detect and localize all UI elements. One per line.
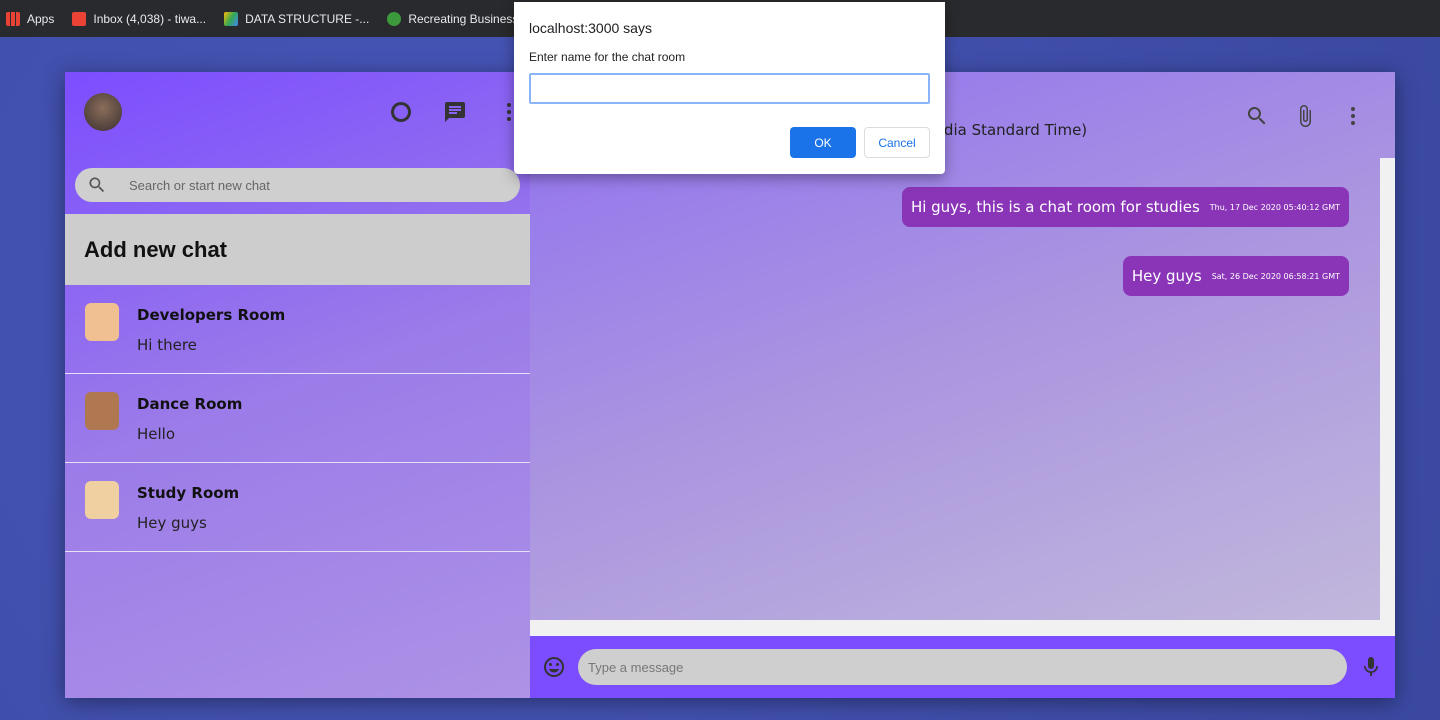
cancel-button[interactable]: Cancel [864,127,930,158]
search-icon [89,177,105,193]
prompt-dialog: localhost:3000 says Enter name for the c… [514,2,945,174]
message-composer [530,636,1395,698]
gmail-icon [72,11,87,26]
dialog-prompt: Enter name for the chat room [529,50,686,64]
search-icon[interactable] [1245,104,1269,128]
message-input[interactable] [578,649,1347,685]
room-study[interactable]: Study Room Hey guys [65,463,530,552]
more-vert-icon[interactable] [1341,104,1365,128]
search-input[interactable] [129,177,489,193]
bookmark-gmail[interactable]: Inbox (4,038) - tiwa... [72,11,206,26]
room-last-message: Hello [137,425,176,443]
message-time: Thu, 17 Dec 2020 05:40:12 GMT [1209,202,1340,212]
dialog-title: localhost:3000 says [529,20,652,36]
ok-button[interactable]: OK [790,127,856,158]
room-name: Dance Room [137,395,243,413]
sidebar-header [65,72,530,152]
bookmark-drive[interactable]: DATA STRUCTURE -... [224,11,369,26]
bookmark-apps[interactable]: Apps [6,11,54,26]
room-last-message: Hi there [137,336,197,354]
chat-icon[interactable] [443,100,467,124]
emoji-icon[interactable] [542,655,566,679]
leaf-icon [387,11,402,26]
room-name-input[interactable] [529,73,930,104]
mic-icon[interactable] [1359,655,1383,679]
room-last-message: Hey guys [137,514,207,532]
sidebar: Add new chat Developers Room Hi there Dan… [65,72,530,698]
message-bubble: Hi guys, this is a chat room for studies… [901,187,1349,227]
room-dance[interactable]: Dance Room Hello [65,374,530,463]
apps-grid-icon [6,11,20,26]
message-bubble: Hey guys Sat, 26 Dec 2020 06:58:21 GMT [1122,256,1349,296]
room-avatar [85,481,119,519]
add-new-chat-button[interactable]: Add new chat [65,214,530,285]
vertical-scrollbar[interactable] [1380,158,1395,620]
room-name: Study Room [137,484,240,502]
status-icon[interactable] [389,100,413,124]
room-name: Developers Room [137,306,286,324]
room-developers[interactable]: Developers Room Hi there [65,285,530,374]
attach-icon[interactable] [1293,104,1317,128]
message-time: Sat, 26 Dec 2020 06:58:21 GMT [1211,271,1340,281]
user-avatar[interactable] [84,93,122,131]
room-avatar [85,303,119,341]
bookmark-recreating[interactable]: Recreating Business... [387,11,528,26]
search-bar [75,168,520,202]
room-avatar [85,392,119,430]
horizontal-scrollbar[interactable] [530,620,1395,636]
google-drive-icon [224,11,239,26]
last-seen-text: India Standard Time) [930,121,1088,139]
